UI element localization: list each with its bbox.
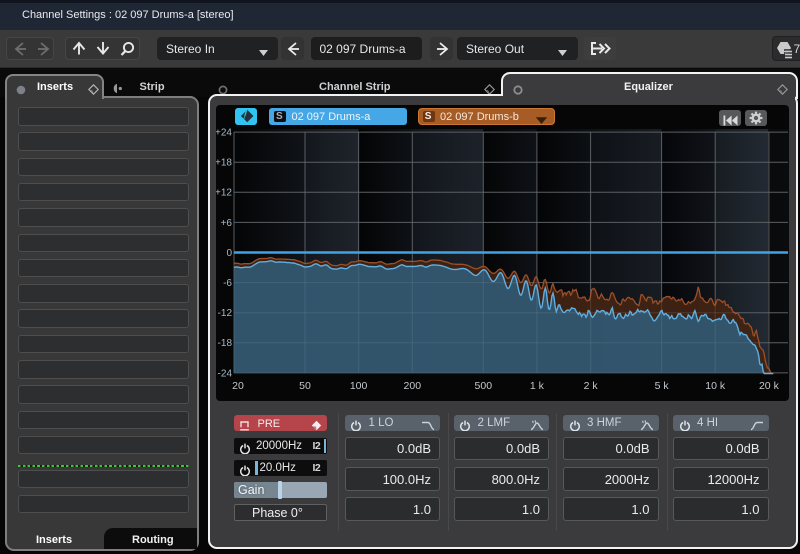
svg-text:2 k: 2 k bbox=[584, 380, 599, 392]
svg-text:500: 500 bbox=[475, 380, 493, 392]
svg-text:+18: +18 bbox=[216, 157, 232, 168]
svg-text:0: 0 bbox=[226, 247, 232, 258]
svg-text:50: 50 bbox=[299, 380, 311, 392]
svg-text:-12: -12 bbox=[218, 308, 233, 319]
svg-text:5 k: 5 k bbox=[655, 380, 670, 392]
svg-text:100: 100 bbox=[350, 380, 368, 392]
svg-text:200: 200 bbox=[404, 380, 422, 392]
svg-text:-6: -6 bbox=[223, 278, 232, 289]
svg-text:20: 20 bbox=[232, 380, 244, 392]
svg-text:10 k: 10 k bbox=[705, 380, 726, 392]
svg-text:20 k: 20 k bbox=[759, 380, 780, 392]
svg-text:-18: -18 bbox=[218, 338, 233, 349]
svg-text:-24: -24 bbox=[218, 368, 233, 379]
svg-text:+6: +6 bbox=[221, 217, 233, 228]
svg-text:+12: +12 bbox=[216, 187, 232, 198]
svg-text:+24: +24 bbox=[216, 127, 232, 138]
svg-text:1 k: 1 k bbox=[530, 380, 545, 392]
